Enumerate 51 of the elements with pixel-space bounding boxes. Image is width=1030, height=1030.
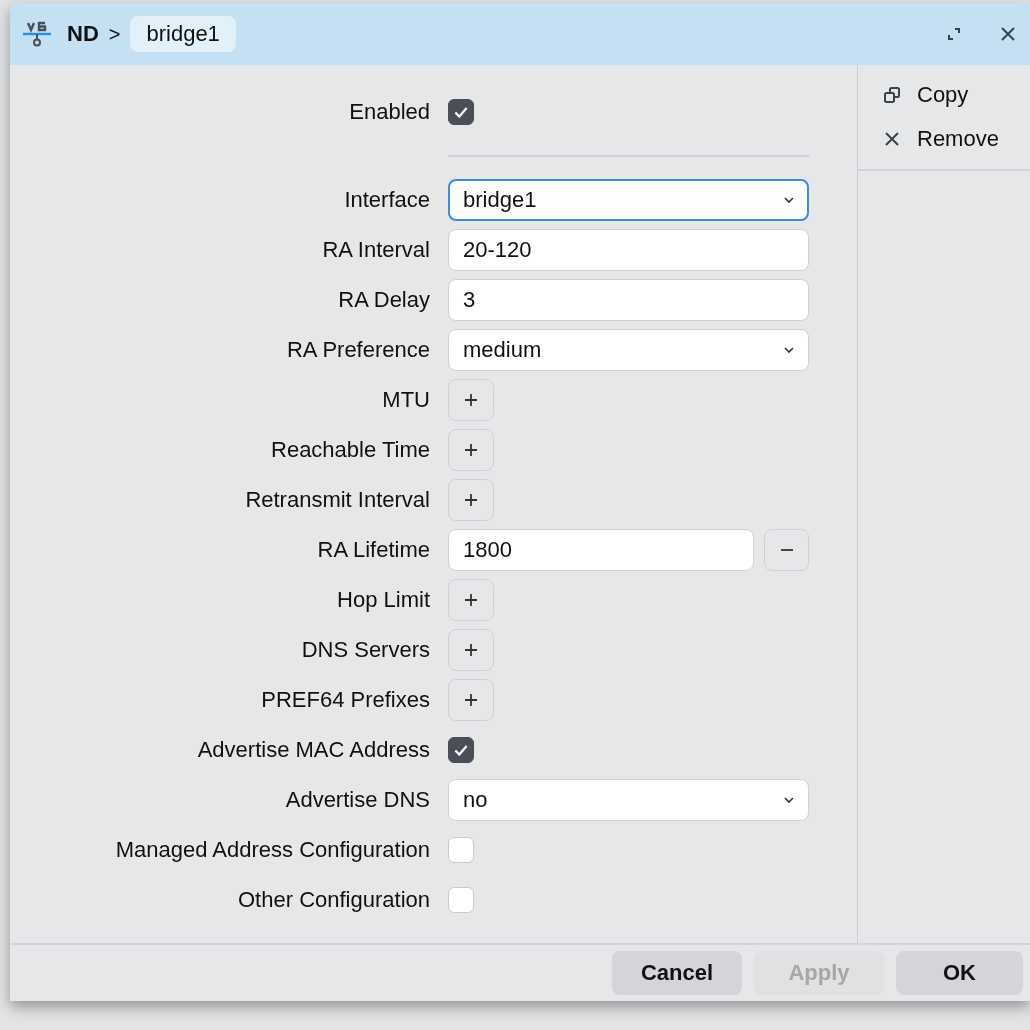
field-label: Interface: [343, 187, 431, 213]
ipv6-network-icon: [21, 20, 53, 48]
field-label: Hop Limit: [336, 587, 431, 613]
close-icon[interactable]: [883, 130, 901, 148]
close-icon[interactable]: [1000, 26, 1016, 42]
field-label: RA Lifetime: [316, 537, 431, 563]
add-button[interactable]: [448, 429, 494, 471]
checkbox[interactable]: [448, 99, 474, 125]
field-label: Managed Address Configuration: [114, 837, 431, 863]
breadcrumb-item[interactable]: bridge1: [130, 16, 236, 52]
add-button[interactable]: [448, 479, 494, 521]
field-label: Enabled: [348, 99, 431, 125]
checkbox[interactable]: [448, 737, 474, 763]
plus-icon: [464, 443, 478, 457]
action-link[interactable]: Remove: [917, 126, 999, 152]
field-label: Advertise DNS: [284, 787, 431, 813]
plus-icon: [464, 643, 478, 657]
add-button[interactable]: [448, 679, 494, 721]
field-label: Other Configuration: [237, 887, 431, 913]
add-button[interactable]: [448, 379, 494, 421]
field-label: RA Delay: [337, 287, 431, 313]
dropdown-field[interactable]: no: [448, 779, 809, 821]
dropdown-field[interactable]: medium: [448, 329, 809, 371]
input-field[interactable]: 20-120: [448, 229, 809, 271]
dialog-button[interactable]: OK: [896, 951, 1023, 995]
window-title: ND: [67, 21, 99, 47]
plus-icon: [464, 693, 478, 707]
field-label: RA Interval: [321, 237, 431, 263]
field-label: Advertise MAC Address: [196, 737, 431, 763]
chevron-down-icon: [784, 347, 794, 353]
plus-icon: [464, 493, 478, 507]
plus-icon: [464, 593, 478, 607]
copy-icon[interactable]: [883, 86, 901, 104]
chevron-down-icon: [784, 197, 794, 203]
add-button[interactable]: [448, 579, 494, 621]
field-label: RA Preference: [285, 337, 431, 363]
input-field[interactable]: 3: [448, 279, 809, 321]
input-field[interactable]: 1800: [448, 529, 754, 571]
chevron-down-icon: [784, 797, 794, 803]
plus-icon: [464, 393, 478, 407]
field-label: DNS Servers: [300, 637, 431, 663]
action-link[interactable]: Copy: [917, 82, 969, 108]
field-label: Retransmit Interval: [244, 487, 431, 513]
dropdown-field[interactable]: bridge1: [448, 179, 809, 221]
maximize-icon[interactable]: [946, 26, 962, 42]
dialog-button[interactable]: Cancel: [612, 951, 742, 995]
field-label: MTU: [381, 387, 431, 413]
field-label: Reachable Time: [270, 437, 431, 463]
breadcrumb-separator: >: [108, 22, 121, 46]
add-button[interactable]: [448, 629, 494, 671]
field-label: PREF64 Prefixes: [260, 687, 431, 713]
